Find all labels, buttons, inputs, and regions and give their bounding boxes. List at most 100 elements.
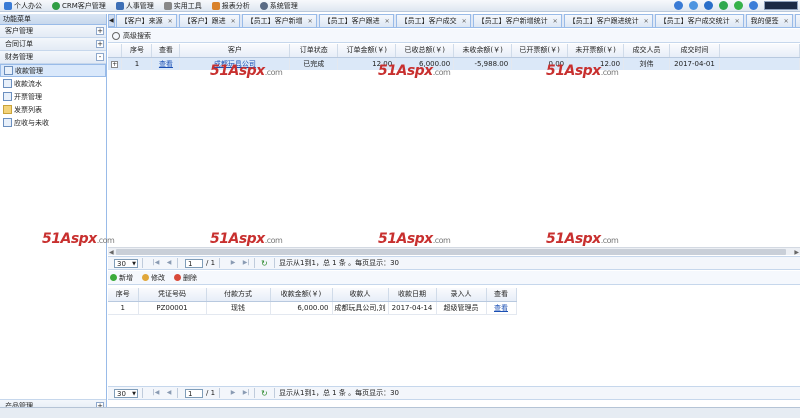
column-header[interactable]: 订单金额(￥)	[337, 44, 397, 58]
tab-staff-customer-followup[interactable]: 【员工】客户跟进 ✕	[318, 14, 394, 27]
close-icon[interactable]: ✕	[167, 18, 174, 25]
tab-staff-followup-stats[interactable]: 【员工】客户跟进统计 ✕	[563, 14, 653, 27]
menu-hr[interactable]: 人事管理	[115, 1, 154, 11]
home-icon[interactable]	[674, 1, 683, 10]
view-link-text[interactable]: 查看	[159, 60, 173, 68]
last-page-icon[interactable]: ▶|	[242, 259, 250, 267]
tab-staff-customer-new[interactable]: 【员工】客户新增 ✕	[241, 14, 317, 27]
collapse-icon[interactable]: -	[96, 53, 104, 61]
sidebar-item-receivables[interactable]: 应收与未收	[0, 116, 106, 129]
prev-page-icon[interactable]: ◀	[165, 389, 173, 397]
column-header[interactable]: 序号	[121, 44, 153, 58]
play-icon[interactable]	[734, 1, 743, 10]
last-page-icon[interactable]: ▶|	[242, 389, 250, 397]
expand-icon[interactable]: +	[96, 27, 104, 35]
page-size-value: 30	[117, 259, 126, 268]
column-header[interactable]: 序号	[108, 288, 139, 302]
menu-reports[interactable]: 报表分析	[211, 1, 250, 11]
menu-personal-office[interactable]: 个人办公	[4, 1, 42, 11]
cell-unreceived: -5,988.00	[453, 57, 513, 70]
scroll-right-icon[interactable]: ▶	[794, 249, 799, 256]
column-header[interactable]: 未开票额(￥)	[567, 44, 625, 58]
next-page-icon[interactable]: ▶	[229, 389, 237, 397]
sidebar-item-invoicing[interactable]: 开票管理	[0, 90, 106, 103]
sidebar-item-receipts[interactable]: 收款管理	[0, 64, 106, 77]
first-page-icon[interactable]: |◀	[152, 389, 160, 397]
tab-staff-deal-stats[interactable]: 【员工】客户成交统计 ✕	[654, 14, 744, 27]
tab-scroll-left-icon[interactable]: ◀	[108, 14, 115, 27]
sidebar-group-contract[interactable]: 合同订单 +	[0, 38, 106, 51]
close-icon[interactable]: ✕	[734, 18, 741, 25]
tab-strip: ◀ 【客户】来源 ✕ 【客户】跟进 ✕ 【员工】客户新增 ✕ 【员工】客户跟进 ✕ 【员…	[108, 14, 800, 28]
tab-customer-followup[interactable]: 【客户】跟进 ✕	[178, 14, 240, 27]
edit-button[interactable]: 修改	[142, 273, 165, 283]
column-header[interactable]: 查看	[486, 288, 517, 302]
column-header[interactable]: 成交人员	[623, 44, 671, 58]
horizontal-scrollbar[interactable]: ◀ ▶	[108, 247, 800, 256]
sidebar-item-invoice-list[interactable]: 发票列表	[0, 103, 106, 116]
advanced-search-button[interactable]: 高级搜索	[123, 31, 151, 41]
close-icon[interactable]: ✕	[230, 18, 237, 25]
tab-my-notes[interactable]: 我的便签 ✕	[745, 14, 793, 27]
next-page-icon[interactable]: ▶	[229, 259, 237, 267]
column-header[interactable]: 已收总额(￥)	[395, 44, 455, 58]
tab-notes[interactable]: 便签	[794, 14, 800, 27]
tab-label: 【员工】客户跟进	[323, 17, 380, 25]
close-icon[interactable]: ✕	[643, 18, 650, 25]
view-link[interactable]: 查看	[151, 57, 181, 70]
add-button[interactable]: 新增	[110, 273, 133, 283]
column-header[interactable]: 收款日期	[388, 288, 437, 302]
help-icon[interactable]	[749, 1, 758, 10]
page-number-input[interactable]: 1	[185, 388, 203, 398]
column-header[interactable]: 已开票额(￥)	[511, 44, 569, 58]
column-header[interactable]: 成交时间	[669, 44, 720, 58]
mail-icon[interactable]	[689, 1, 698, 10]
first-page-icon[interactable]: |◀	[152, 259, 160, 267]
column-header[interactable]: 凭证号码	[138, 288, 207, 302]
prev-page-icon[interactable]: ◀	[165, 259, 173, 267]
column-header[interactable]: 订单状态	[289, 44, 339, 58]
tab-label: 【员工】客户成交	[400, 17, 457, 25]
close-icon[interactable]: ✕	[384, 18, 391, 25]
page-number-input[interactable]: 1	[185, 258, 203, 268]
close-icon[interactable]: ✕	[461, 18, 468, 25]
menu-crm[interactable]: CRM客户管理	[52, 1, 106, 11]
tab-staff-customer-deal[interactable]: 【员工】客户成交 ✕	[395, 14, 471, 27]
table-row[interactable]: 1 PZ00001 现钱 6,000.00 成都玩具公司,刘 2017-04-1…	[108, 301, 517, 314]
column-header[interactable]: 付款方式	[206, 288, 271, 302]
column-header[interactable]: 收款金额(￥)	[270, 288, 333, 302]
view-link-text[interactable]: 查看	[494, 304, 508, 312]
column-header[interactable]: 查看	[151, 44, 181, 58]
sidebar-group-finance[interactable]: 财务管理 -	[0, 51, 106, 64]
expand-icon[interactable]: +	[96, 40, 104, 48]
menu-tools[interactable]: 实用工具	[163, 1, 202, 11]
column-header[interactable]: 未收余额(￥)	[453, 44, 513, 58]
delete-button[interactable]: 删除	[174, 273, 197, 283]
sidebar-item-receipt-flow[interactable]: 收款流水	[0, 77, 106, 90]
column-header-filler	[719, 44, 800, 58]
refresh-icon[interactable]: ↻	[261, 259, 270, 268]
page-size-select[interactable]: 30 ▼	[114, 388, 138, 398]
scroll-left-icon[interactable]: ◀	[109, 249, 114, 256]
column-header[interactable]: 客户	[179, 44, 291, 58]
view-link[interactable]: 查看	[486, 301, 517, 314]
column-header[interactable]: 收款人	[332, 288, 389, 302]
user-icon[interactable]	[704, 1, 713, 10]
pager-summary: 显示从1到1，总 1 条 。每页显示：30	[279, 259, 399, 267]
close-icon[interactable]: ✕	[552, 18, 559, 25]
close-icon[interactable]: ✕	[783, 18, 790, 25]
sidebar-item-label: 应收与未收	[14, 118, 49, 127]
column-header[interactable]: 录入人	[436, 288, 487, 302]
tab-label: 【员工】客户跟进统计	[568, 17, 639, 25]
tab-customer-source[interactable]: 【客户】来源 ✕	[115, 14, 177, 27]
refresh-icon[interactable]: ↻	[261, 389, 270, 398]
expand-icon[interactable]: +	[111, 60, 119, 68]
scrollbar-thumb[interactable]	[116, 249, 786, 255]
sidebar-group-customer[interactable]: 客户管理 +	[0, 25, 106, 38]
close-icon[interactable]: ✕	[307, 18, 314, 25]
page-size-select[interactable]: 30 ▼	[114, 258, 138, 268]
menu-system[interactable]: 系统管理	[259, 1, 298, 11]
chat-icon[interactable]	[719, 1, 728, 10]
row-expander-cell[interactable]: +	[108, 57, 123, 70]
tab-staff-new-stats[interactable]: 【员工】客户新增统计 ✕	[472, 14, 562, 27]
